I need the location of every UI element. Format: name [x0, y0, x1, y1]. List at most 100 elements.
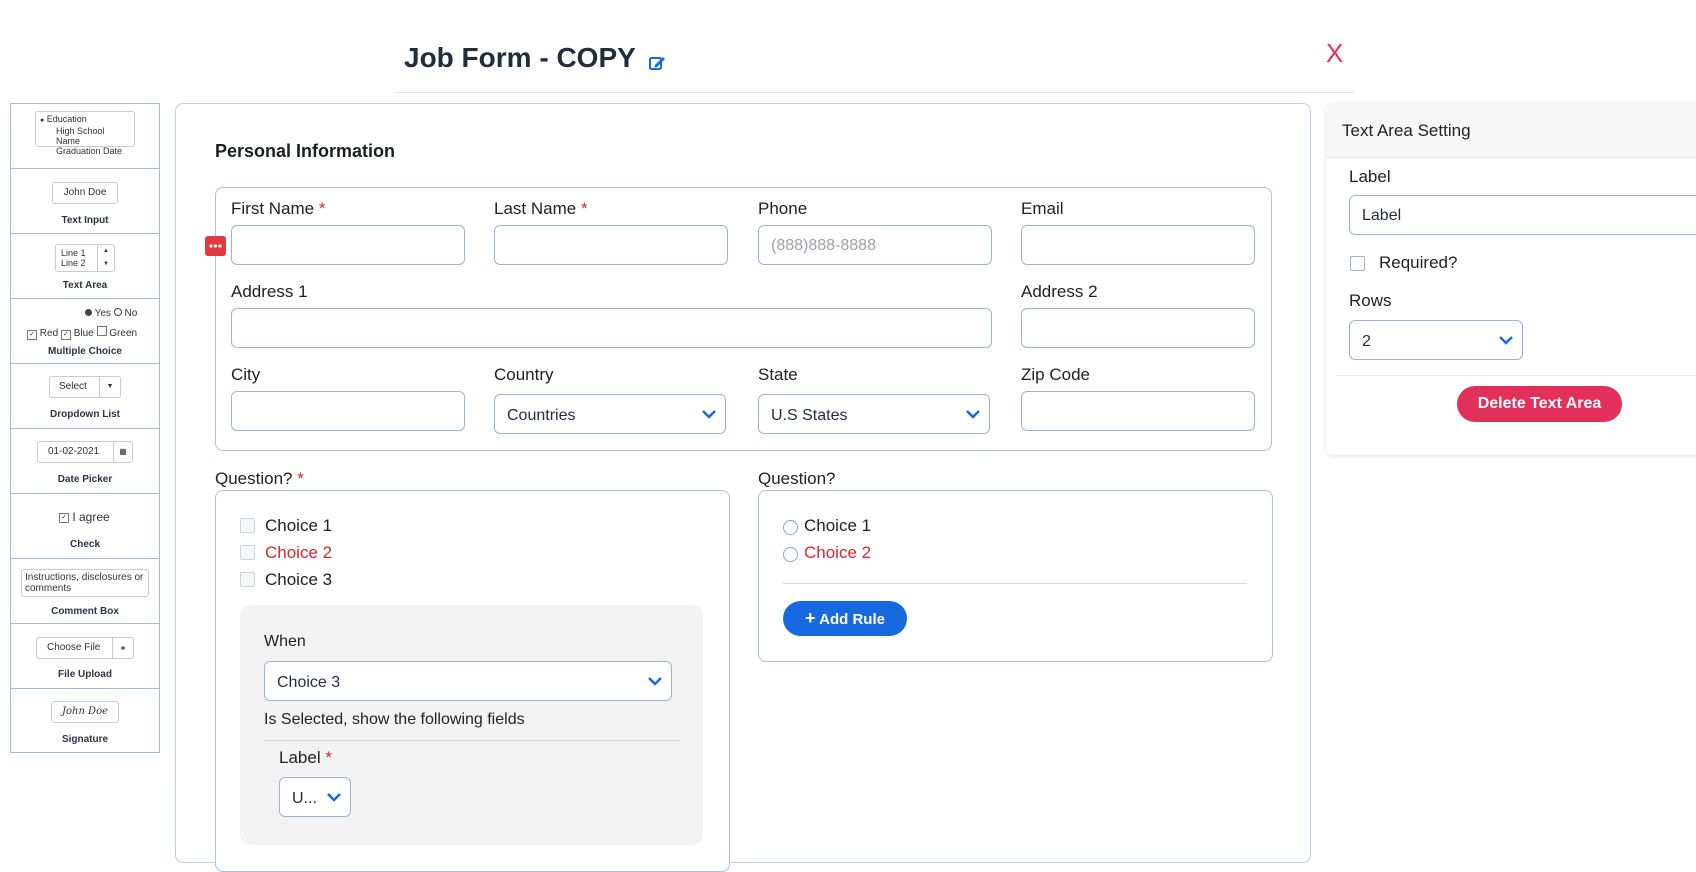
- drag-handle-icon[interactable]: [205, 236, 226, 256]
- rule-choice-value: Choice 3: [277, 674, 341, 691]
- multiple-choice-radios: Yes No: [85, 308, 137, 319]
- dropdown-preview-text: Select: [59, 381, 87, 392]
- checkbox[interactable]: [240, 518, 255, 533]
- address1-input[interactable]: [231, 308, 992, 348]
- date-picker-preview: 01-02-2021 ▦: [37, 441, 133, 463]
- check-green-label: Green: [109, 328, 138, 339]
- radio-empty-icon: [113, 308, 122, 316]
- checkbox[interactable]: [240, 545, 255, 560]
- question1-label: Question? *: [215, 469, 304, 489]
- multiple-choice-label: Multiple Choice: [48, 346, 122, 357]
- file-upload-label: File Upload: [58, 669, 112, 680]
- settings-title: Text Area Setting: [1342, 121, 1471, 140]
- country-label: Country: [494, 365, 554, 384]
- email-label: Email: [1021, 199, 1064, 218]
- question1-text: Question?: [215, 469, 293, 488]
- question1-choice-1: Choice 1: [265, 516, 333, 535]
- last-name-label: Last Name *: [494, 199, 588, 219]
- section-title: Personal Information: [215, 141, 396, 161]
- chevron-down-icon: [1499, 336, 1513, 345]
- rule-field-select-value: U...: [292, 790, 317, 807]
- palette-item-multiple-choice[interactable]: Yes No ✓ Red ✓ Blue Green Multiple Choic…: [11, 299, 159, 364]
- education-preview-line2: Graduation Date: [56, 146, 123, 156]
- education-preview: ● Education High School Name Graduation …: [35, 111, 135, 156]
- chevron-down-icon: [648, 677, 662, 686]
- address2-label: Address 2: [1021, 282, 1098, 301]
- text-area-preview: Line 1 Line 2 ▲ ▼: [55, 244, 115, 272]
- file-upload-preview: Choose File ⚭: [36, 637, 134, 659]
- palette-item-check[interactable]: ✓ I agree Check: [11, 494, 159, 559]
- address1-label: Address 1: [231, 282, 308, 301]
- state-select-value: U.S States: [771, 407, 848, 424]
- state-select[interactable]: U.S States: [758, 394, 990, 434]
- required-mark: *: [318, 199, 326, 218]
- rows-select[interactable]: 2: [1349, 320, 1523, 360]
- text-input-label: Text Input: [61, 215, 109, 226]
- rule-field-select[interactable]: U...: [279, 777, 351, 817]
- file-upload-preview-text: Choose File: [47, 642, 101, 653]
- question1-choice-3: Choice 3: [265, 570, 333, 589]
- check-icon: ✓: [27, 330, 37, 340]
- required-mark: *: [325, 748, 332, 767]
- close-button[interactable]: X: [1326, 38, 1343, 69]
- palette-item-education[interactable]: ● Education High School Name Graduation …: [11, 104, 159, 169]
- radio-button[interactable]: [783, 547, 798, 562]
- caret-down-icon: ▼: [99, 377, 120, 397]
- checkbox[interactable]: [240, 572, 255, 587]
- required-checkbox[interactable]: [1350, 256, 1365, 271]
- field-palette: ● Education High School Name Graduation …: [10, 103, 160, 753]
- date-picker-label: Date Picker: [57, 474, 113, 485]
- rule-field-label: Label *: [279, 748, 332, 768]
- radio-button[interactable]: [783, 520, 798, 535]
- setting-label-input[interactable]: Label: [1349, 195, 1696, 235]
- rule-choice-select[interactable]: Choice 3: [264, 661, 672, 701]
- plus-icon: +: [805, 608, 816, 628]
- email-input[interactable]: [1021, 225, 1255, 265]
- phone-input[interactable]: (888)888-8888: [758, 225, 992, 265]
- check-red-label: Red: [39, 328, 59, 339]
- required-mark: *: [580, 199, 588, 218]
- first-name-input[interactable]: [231, 225, 465, 265]
- signature-label: Signature: [61, 734, 109, 745]
- palette-item-comment-box[interactable]: Instructions, disclosures or comments Co…: [11, 559, 159, 624]
- delete-text-area-button[interactable]: Delete Text Area: [1457, 386, 1622, 422]
- question2-choice-2: Choice 2: [804, 543, 872, 562]
- zip-input[interactable]: [1021, 391, 1255, 431]
- dropdown-label: Dropdown List: [50, 409, 120, 420]
- checkbox-empty-icon: [96, 326, 107, 336]
- zip-label: Zip Code: [1021, 365, 1090, 384]
- stepper-icon: ▲ ▼: [97, 245, 114, 271]
- city-label: City: [231, 365, 261, 384]
- city-input[interactable]: [231, 391, 465, 431]
- rows-select-value: 2: [1362, 333, 1371, 350]
- add-rule-button[interactable]: + Add Rule: [783, 601, 907, 636]
- settings-divider: [1336, 375, 1696, 376]
- check-label: Check: [69, 539, 100, 550]
- address2-input[interactable]: [1021, 308, 1255, 348]
- palette-item-date-picker[interactable]: 01-02-2021 ▦ Date Picker: [11, 429, 159, 494]
- palette-item-file-upload[interactable]: Choose File ⚭ File Upload: [11, 624, 159, 689]
- check-icon: ✓: [59, 512, 69, 523]
- edit-icon[interactable]: [648, 54, 666, 72]
- check-blue-label: Blue: [73, 328, 94, 339]
- palette-item-text-area[interactable]: Line 1 Line 2 ▲ ▼ Text Area: [11, 234, 159, 299]
- more-dots-icon: [209, 244, 222, 248]
- chevron-down-icon: [702, 410, 716, 419]
- calendar-icon: ▦: [113, 442, 132, 462]
- palette-item-signature[interactable]: John Doe Signature: [11, 689, 159, 753]
- palette-item-dropdown[interactable]: Select ▼ Dropdown List: [11, 364, 159, 429]
- page-title: Job Form - COPY: [404, 42, 636, 73]
- required-caption: Required?: [1379, 253, 1458, 272]
- radio-no-label: No: [124, 308, 138, 319]
- palette-item-text-input[interactable]: John Doe Text Input: [11, 169, 159, 234]
- required-mark: *: [297, 469, 304, 488]
- last-name-input[interactable]: [494, 225, 728, 265]
- header-divider: [395, 92, 1355, 93]
- rule-field-label-text: Label: [279, 748, 321, 767]
- question2-divider: [783, 583, 1247, 584]
- radio-yes-label: Yes: [94, 308, 111, 319]
- last-name-text: Last Name: [494, 199, 577, 218]
- country-select[interactable]: Countries: [494, 394, 726, 434]
- rule-divider: [264, 740, 680, 741]
- text-input-preview: John Doe: [52, 182, 118, 204]
